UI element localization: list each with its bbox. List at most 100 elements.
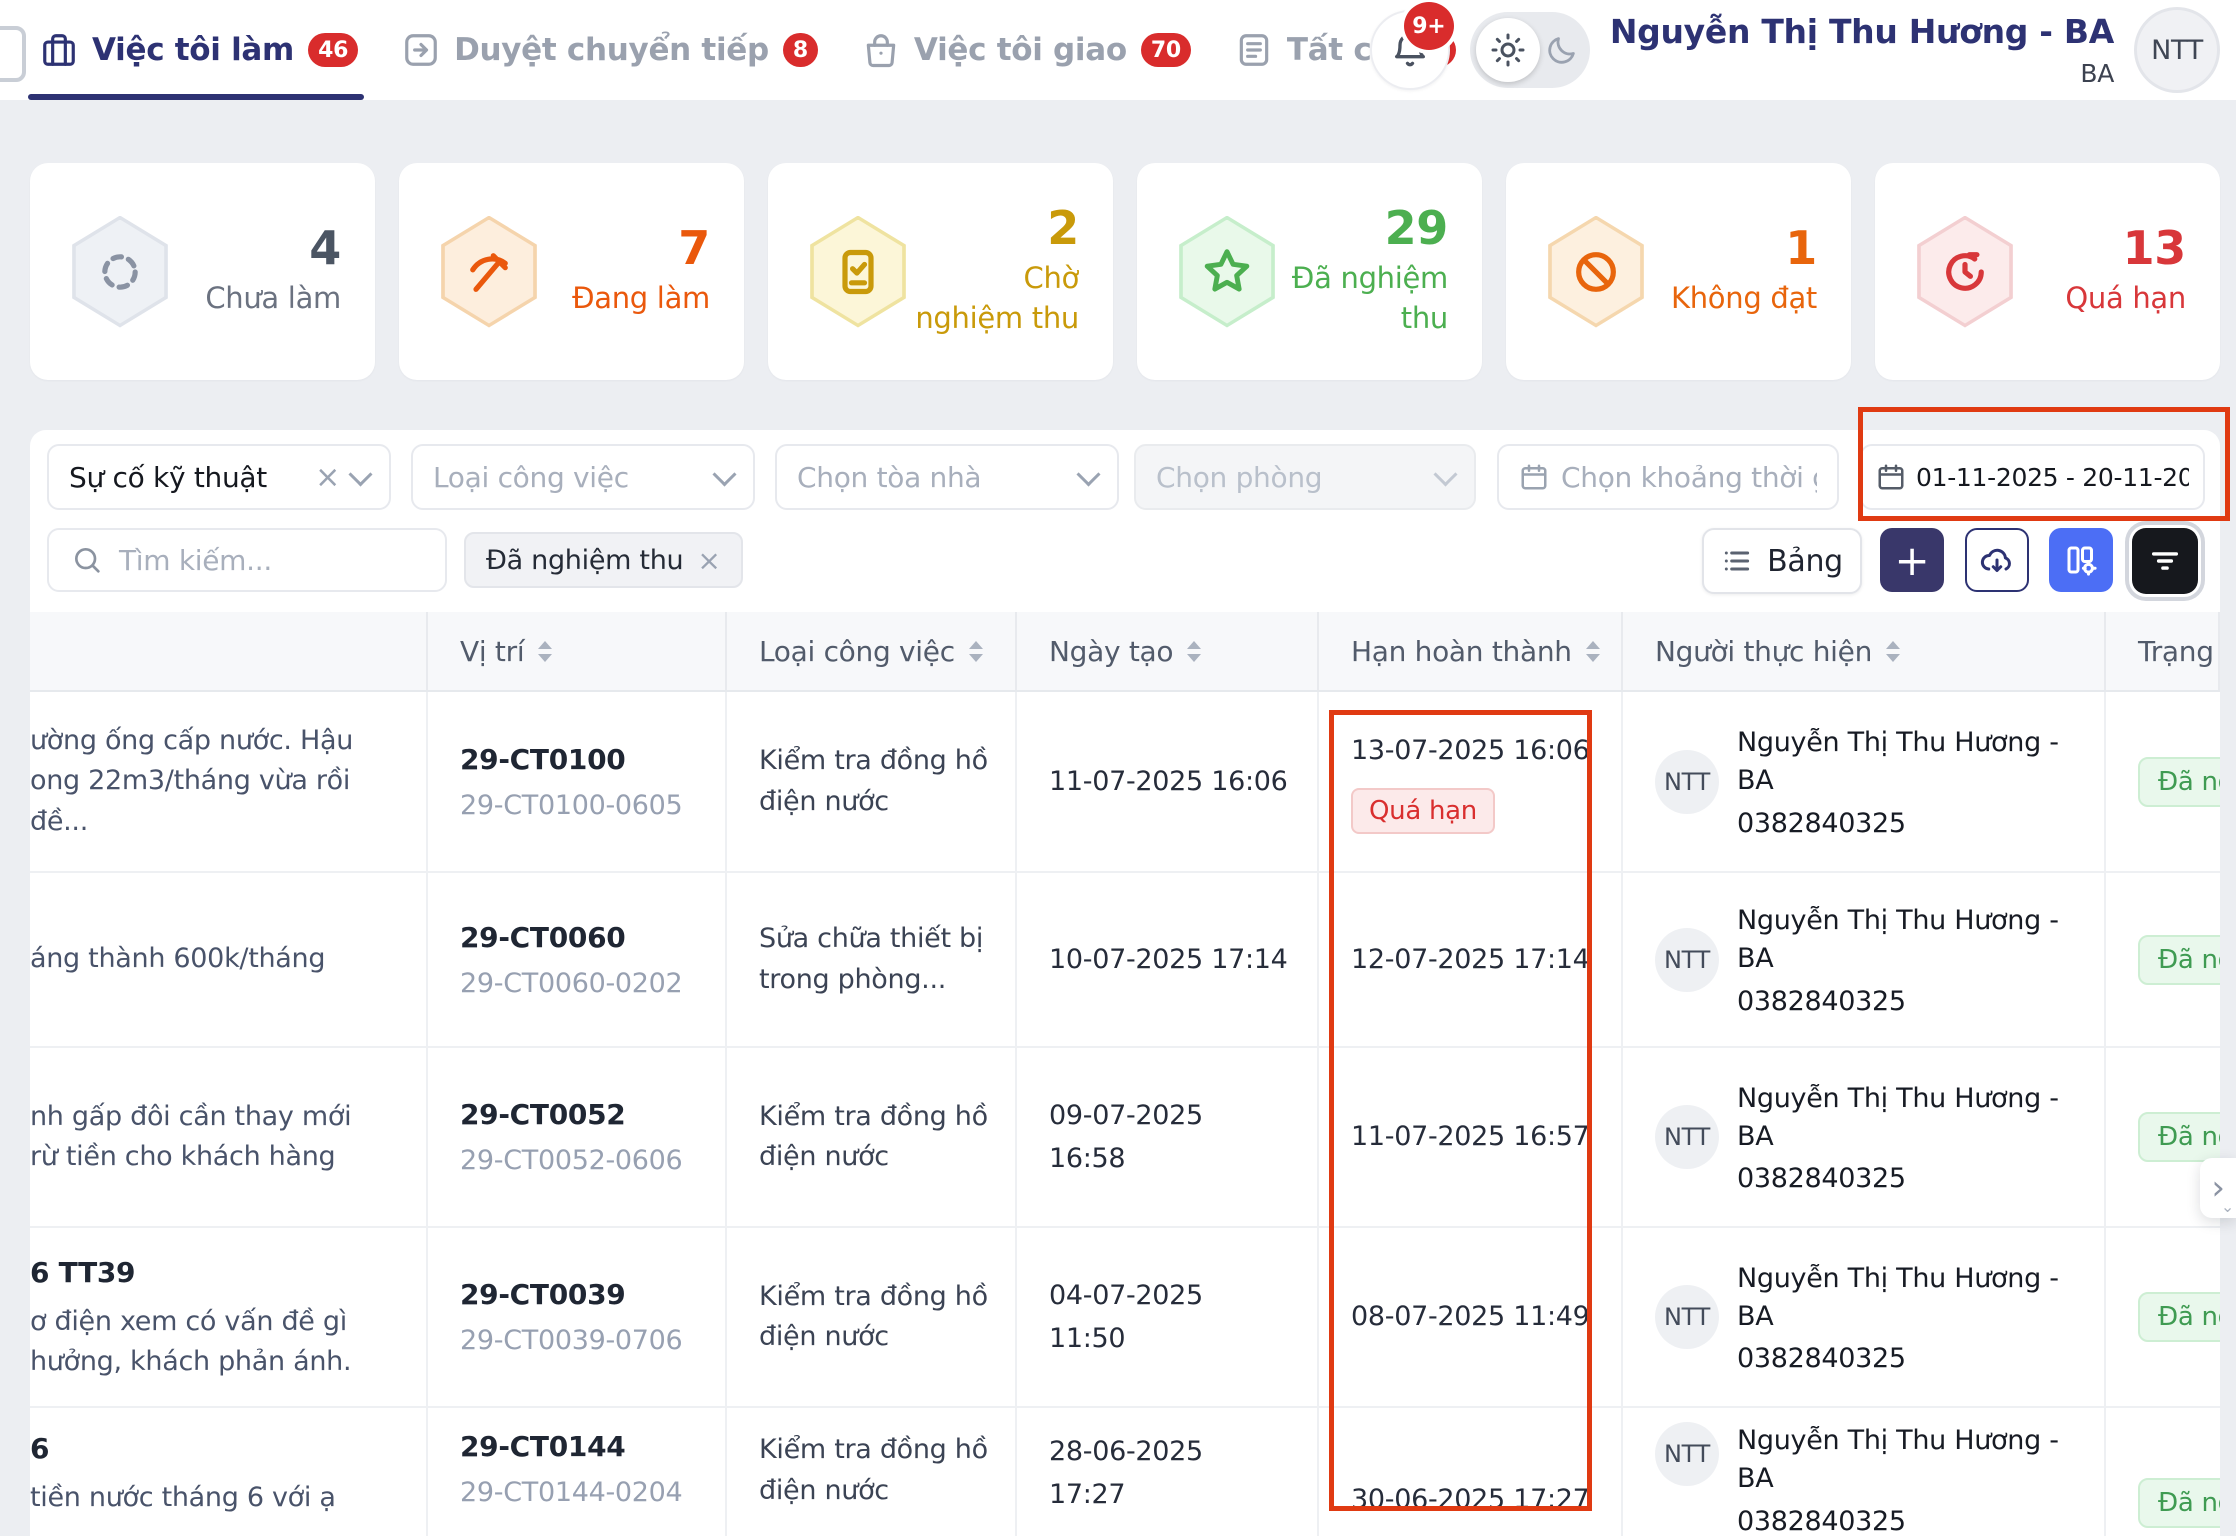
card-dang-lam[interactable]: 7 Đang làm bbox=[399, 163, 744, 380]
sort-icon[interactable] bbox=[1187, 641, 1201, 662]
table-row[interactable]: 6 TT39 ơ điện xem có vấn đề gì hưởng, kh… bbox=[30, 1228, 2220, 1408]
room-select[interactable]: Chọn phòng bbox=[1134, 444, 1476, 510]
summary-cards: 4 Chưa làm 7 Đang làm 2 Ch bbox=[30, 163, 2220, 380]
sort-icon[interactable] bbox=[538, 641, 552, 662]
hexagon-badge bbox=[437, 216, 541, 328]
dark-mode-option[interactable] bbox=[1540, 33, 1584, 67]
column-settings-button[interactable] bbox=[2049, 528, 2113, 592]
card-count: 13 bbox=[2123, 225, 2186, 271]
tab-viec-toi-giao[interactable]: Việc tôi giao 70 bbox=[862, 0, 1191, 100]
position-subcode: 29-CT0144-0204 bbox=[460, 1477, 682, 1508]
light-mode-option[interactable] bbox=[1476, 18, 1540, 82]
cell-status: Đã nghiệm thu bbox=[2106, 1228, 2220, 1408]
star-icon bbox=[1200, 245, 1254, 299]
sort-icon[interactable] bbox=[1886, 641, 1900, 662]
cell-job-type: Kiểm tra đồng hồ điện nước bbox=[727, 1048, 1017, 1228]
tab-count-badge: 8 bbox=[783, 33, 818, 67]
task-description: ơ điện xem có vấn đề gì hưởng, khách phả… bbox=[30, 1302, 351, 1383]
column-header-due[interactable]: Hạn hoàn thành bbox=[1319, 612, 1623, 690]
task-description: ường ống cấp nước. Hậu ong 22m3/tháng vừ… bbox=[30, 721, 410, 843]
card-cho-nghiem-thu[interactable]: 2 Chờ nghiệm thu bbox=[768, 163, 1113, 380]
calendar-icon bbox=[1876, 462, 1906, 492]
tab-duyet-chuyen-tiep[interactable]: Duyệt chuyển tiếp 8 bbox=[402, 0, 818, 100]
category-filter-select[interactable]: Sự cố kỹ thuật × bbox=[47, 444, 391, 510]
date-range-input[interactable]: 01-11-2025 - 20-11-20 bbox=[1860, 444, 2205, 510]
date-range-value: 01-11-2025 - 20-11-20 bbox=[1916, 463, 2189, 492]
remove-chip-icon[interactable]: × bbox=[697, 544, 720, 577]
column-header-job-type[interactable]: Loại công việc bbox=[727, 612, 1017, 690]
hexagon-badge bbox=[1544, 216, 1648, 328]
user-role: BA bbox=[2080, 59, 2114, 88]
card-count: 29 bbox=[1385, 205, 1448, 251]
main-tabs: Việc tôi làm 46 Duyệt chuyển tiếp 8 Việc… bbox=[40, 0, 1456, 100]
card-khong-dat[interactable]: 1 Không đạt bbox=[1506, 163, 1851, 380]
column-header-description[interactable] bbox=[30, 612, 428, 690]
table-row[interactable]: 6 tiền nước tháng 6 với ạ 29-CT0144 29-C… bbox=[30, 1408, 2220, 1536]
search-box[interactable]: Tìm kiếm... bbox=[47, 528, 447, 592]
cell-assignee: NTT Nguyễn Thị Thu Hương - BA 0382840325 bbox=[1623, 1048, 2106, 1228]
column-header-label: Ngày tạo bbox=[1049, 635, 1173, 668]
plus-icon: + bbox=[1895, 536, 1930, 585]
card-qua-han[interactable]: 13 Quá hạn bbox=[1875, 163, 2220, 380]
expand-panel-handle[interactable]: › ⌄ bbox=[2200, 1158, 2236, 1218]
column-header-assignee[interactable]: Người thực hiện bbox=[1623, 612, 2106, 690]
column-header-label: Hạn hoàn thành bbox=[1351, 635, 1572, 668]
cell-status: Đã nghiệm thu bbox=[2106, 1408, 2220, 1536]
card-label: Đang làm bbox=[572, 279, 710, 318]
column-header-position[interactable]: Vị trí bbox=[428, 612, 727, 690]
building-placeholder: Chọn tòa nhà bbox=[797, 461, 1068, 494]
clear-filter-icon[interactable]: × bbox=[315, 460, 340, 495]
chevron-down-icon bbox=[712, 462, 736, 486]
card-da-nghiem-thu[interactable]: 29 Đã nghiệm thu bbox=[1137, 163, 1482, 380]
due-date: 11-07-2025 16:57 bbox=[1351, 1115, 1590, 1158]
job-type-select[interactable]: Loại công việc bbox=[411, 444, 755, 510]
table-header-row: Vị trí Loại công việc Ngày tạo Hạn hoàn … bbox=[30, 612, 2220, 692]
card-label: Chờ nghiệm thu bbox=[910, 259, 1079, 337]
status-badge: Đã nghiệm thu bbox=[2138, 1112, 2220, 1162]
top-bar: Việc tôi làm 46 Duyệt chuyển tiếp 8 Việc… bbox=[0, 0, 2236, 100]
filter-button[interactable] bbox=[2132, 528, 2198, 594]
user-avatar[interactable]: NTT bbox=[2134, 7, 2220, 93]
table-row[interactable]: áng thành 600k/tháng 29-CT0060 29-CT0060… bbox=[30, 873, 2220, 1048]
status-filter-chip[interactable]: Đã nghiệm thu × bbox=[464, 532, 743, 588]
status-badge: Đã nghiệm thu bbox=[2138, 757, 2220, 807]
cell-due: 08-07-2025 11:49 bbox=[1319, 1228, 1623, 1408]
assignee-avatar: NTT bbox=[1655, 750, 1719, 814]
tab-viec-toi-lam[interactable]: Việc tôi làm 46 bbox=[40, 0, 358, 100]
cell-status: Đã nghiệm thu bbox=[2106, 873, 2220, 1048]
building-select[interactable]: Chọn tòa nhà bbox=[775, 444, 1119, 510]
assignee-name: Nguyễn Thị Thu Hương - BA bbox=[1737, 902, 2059, 978]
forward-square-icon bbox=[402, 31, 440, 69]
top-right-controls: 9+ Nguyễn Thị Thu Hương - BA BA NTT bbox=[1370, 0, 2220, 100]
card-label: Quá hạn bbox=[2065, 279, 2186, 318]
overdue-clock-icon bbox=[1939, 246, 1991, 298]
position-code: 29-CT0039 bbox=[460, 1278, 625, 1311]
user-info[interactable]: Nguyễn Thị Thu Hương - BA BA bbox=[1610, 12, 2114, 88]
column-header-created[interactable]: Ngày tạo bbox=[1017, 612, 1319, 690]
sort-icon[interactable] bbox=[969, 641, 983, 662]
assignee-name: Nguyễn Thị Thu Hương - BA bbox=[1737, 1080, 2059, 1156]
job-type-placeholder: Loại công việc bbox=[433, 461, 704, 494]
time-range-select[interactable]: Chọn khoảng thời gian bbox=[1497, 444, 1839, 510]
filter-lines-icon bbox=[2148, 544, 2182, 578]
assignee-avatar: NTT bbox=[1655, 1105, 1719, 1169]
card-chua-lam[interactable]: 4 Chưa làm bbox=[30, 163, 375, 380]
cell-assignee: NTT Nguyễn Thị Thu Hương - BA 0382840325 bbox=[1623, 873, 2106, 1048]
sort-icon[interactable] bbox=[1586, 641, 1600, 662]
view-mode-button[interactable]: Bảng bbox=[1702, 528, 1862, 594]
theme-toggle[interactable] bbox=[1470, 12, 1590, 88]
sun-icon bbox=[1490, 32, 1526, 68]
table-row[interactable]: nh gấp đôi cần thay mới rừ tiền cho khác… bbox=[30, 1048, 2220, 1228]
table-row[interactable]: ường ống cấp nước. Hậu ong 22m3/tháng vừ… bbox=[30, 692, 2220, 873]
export-download-button[interactable] bbox=[1965, 528, 2029, 592]
assignee-phone: 0382840325 bbox=[1737, 808, 2059, 839]
dashed-circle-icon bbox=[94, 246, 146, 298]
hexagon-badge bbox=[68, 216, 172, 328]
app-screen: Việc tôi làm 46 Duyệt chuyển tiếp 8 Việc… bbox=[0, 0, 2236, 1536]
position-code: 29-CT0052 bbox=[460, 1098, 625, 1131]
add-task-button[interactable]: + bbox=[1880, 528, 1944, 592]
category-filter-value: Sự cố kỹ thuật bbox=[69, 461, 303, 494]
cell-created: 11-07-2025 16:06 bbox=[1017, 692, 1319, 873]
column-header-status[interactable]: Trạng thái bbox=[2106, 612, 2220, 690]
assignee-avatar: NTT bbox=[1655, 1422, 1719, 1486]
